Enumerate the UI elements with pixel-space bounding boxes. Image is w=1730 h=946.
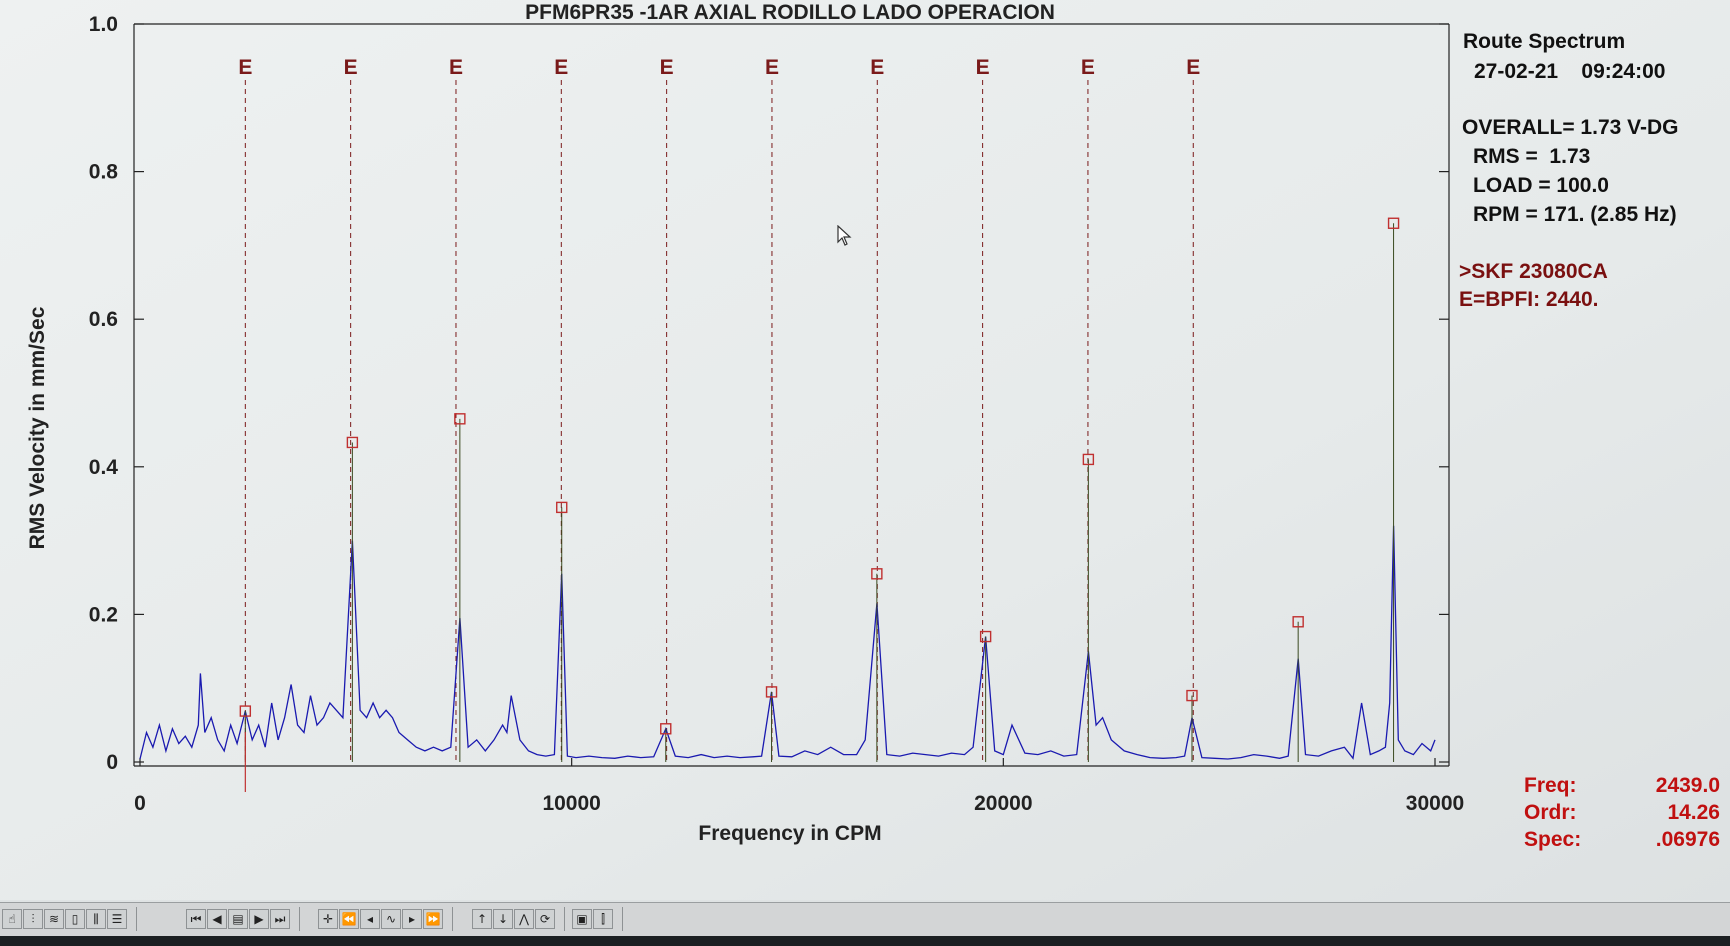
toolbar-peak-button[interactable]: ⋀ bbox=[514, 909, 534, 929]
info-fault-def: E=BPFI: 2440. bbox=[1459, 288, 1599, 311]
cursor-icon: ✛ bbox=[322, 912, 334, 926]
toolbar-select-button[interactable]: ▯ bbox=[65, 909, 85, 929]
multi-icon: ⫼ bbox=[93, 912, 99, 926]
cursor-spec-value: .06976 bbox=[1655, 828, 1720, 851]
y-tick-label: 0.2 bbox=[89, 603, 118, 626]
cursor-order-value: 14.26 bbox=[1667, 801, 1720, 824]
cursor-order: Ordr: 14.26 bbox=[1524, 801, 1720, 825]
toolbar-step-last-button[interactable]: ⏩ bbox=[423, 909, 443, 929]
page-icon: ▤ bbox=[232, 912, 244, 926]
toolbar-zoom-button[interactable]: ▣ bbox=[572, 909, 592, 929]
toolbar-separator bbox=[452, 907, 453, 931]
toolbar-first-button[interactable]: ⏮ bbox=[186, 909, 206, 929]
toolbar-next-button[interactable]: ▶ bbox=[249, 909, 269, 929]
toolbar-separator bbox=[136, 907, 137, 931]
fault-frequency-label: E bbox=[554, 56, 568, 79]
fault-frequency-label: E bbox=[660, 56, 674, 79]
toolbar-step-prev-button[interactable]: ◂ bbox=[360, 909, 380, 929]
select-icon: ▯ bbox=[71, 912, 79, 926]
y-axis-label: RMS Velocity in mm/Sec bbox=[26, 306, 49, 549]
toolbar-spectrum-button[interactable]: ⫶ bbox=[23, 909, 43, 929]
x-axis-label: Frequency in CPM bbox=[698, 822, 881, 845]
toolbar-cursor-button[interactable]: ✛ bbox=[318, 909, 338, 929]
fault-frequency-label: E bbox=[765, 56, 779, 79]
x-tick-label: 20000 bbox=[974, 792, 1032, 815]
fault-frequency-label: E bbox=[449, 56, 463, 79]
toolbar-down-button[interactable]: ↓ bbox=[493, 909, 513, 929]
toolbar-separator bbox=[299, 907, 300, 931]
waterfall-icon: ≋ bbox=[48, 912, 60, 926]
x-tick-label: 0 bbox=[134, 792, 146, 815]
fault-frequency-label: E bbox=[1081, 56, 1095, 79]
cursor-freq-label: Freq: bbox=[1524, 774, 1577, 797]
chart-title: PFM6PR35 -1AR AXIAL RODILLO LADO OPERACI… bbox=[525, 1, 1055, 24]
list-icon: ☰ bbox=[111, 912, 123, 926]
info-rms: RMS = 1.73 bbox=[1473, 145, 1591, 168]
step-next-icon: ▸ bbox=[408, 912, 416, 926]
y-tick-label: 0.4 bbox=[89, 456, 119, 479]
harmonic-icon: ∿ bbox=[385, 912, 397, 926]
stats-icon: ⫿ bbox=[601, 912, 605, 926]
prev-icon: ◀ bbox=[212, 912, 222, 926]
info-load: LOAD = 100.0 bbox=[1473, 174, 1609, 197]
fault-frequency-label: E bbox=[870, 56, 884, 79]
last-icon: ⏭ bbox=[274, 912, 286, 926]
toolbar-up-button[interactable]: ↑ bbox=[472, 909, 492, 929]
hand-icon: ☝ bbox=[8, 912, 16, 926]
x-tick-label: 30000 bbox=[1406, 792, 1464, 815]
toolbar-separator bbox=[564, 907, 565, 931]
toolbar-prev-button[interactable]: ◀ bbox=[207, 909, 227, 929]
toolbar-list-button[interactable]: ☰ bbox=[107, 909, 127, 929]
toolbar-step-first-button[interactable]: ⏪ bbox=[339, 909, 359, 929]
down-icon: ↓ bbox=[497, 912, 509, 926]
fault-frequency-label: E bbox=[238, 56, 252, 79]
first-icon: ⏮ bbox=[190, 912, 202, 926]
step-last-icon: ⏩ bbox=[425, 912, 441, 926]
toolbar-stats-button[interactable]: ⫿ bbox=[593, 909, 613, 929]
toolbar-bottom-bar bbox=[0, 936, 1730, 946]
mouse-pointer-icon bbox=[837, 225, 852, 246]
y-tick-label: 0.6 bbox=[89, 308, 118, 331]
fault-frequency-label: E bbox=[344, 56, 358, 79]
refresh-icon: ⟳ bbox=[539, 912, 551, 926]
toolbar: ☝ ⫶ ≋ ▯ ⫼ ☰ ⏮ ◀ ▤ ▶ ⏭ ✛ ⏪ ◂ ∿ ▸ ⏩ ↑ ↓ ⋀ ⟳ ▣ ⫿ bbox=[0, 902, 1730, 937]
y-tick-label: 0 bbox=[106, 751, 118, 774]
info-overall: OVERALL= 1.73 V-DG bbox=[1462, 116, 1679, 139]
fault-frequency-label: E bbox=[1186, 56, 1200, 79]
step-prev-icon: ◂ bbox=[366, 912, 374, 926]
cursor-spec: Spec: .06976 bbox=[1524, 828, 1720, 852]
cursor-freq-value: 2439.0 bbox=[1655, 774, 1720, 797]
toolbar-hand-button[interactable]: ☝ bbox=[2, 909, 22, 929]
next-icon: ▶ bbox=[254, 912, 264, 926]
info-heading: Route Spectrum bbox=[1463, 30, 1626, 53]
x-tick-label: 10000 bbox=[542, 792, 600, 815]
toolbar-multi-button[interactable]: ⫼ bbox=[86, 909, 106, 929]
zoom-icon: ▣ bbox=[576, 912, 588, 926]
step-first-icon: ⏪ bbox=[341, 912, 357, 926]
info-bearing: >SKF 23080CA bbox=[1459, 260, 1608, 283]
fault-frequency-label: E bbox=[976, 56, 990, 79]
toolbar-last-button[interactable]: ⏭ bbox=[270, 909, 290, 929]
toolbar-waterfall-button[interactable]: ≋ bbox=[44, 909, 64, 929]
y-tick-label: 0.8 bbox=[89, 161, 119, 184]
toolbar-refresh-button[interactable]: ⟳ bbox=[535, 909, 555, 929]
up-icon: ↑ bbox=[476, 912, 488, 926]
info-datetime: 27-02-21 09:24:00 bbox=[1474, 60, 1666, 83]
cursor-spec-label: Spec: bbox=[1524, 828, 1582, 851]
toolbar-page-button[interactable]: ▤ bbox=[228, 909, 248, 929]
spectrum-icon: ⫶ bbox=[31, 912, 35, 926]
y-tick-label: 1.0 bbox=[89, 13, 118, 36]
toolbar-step-next-button[interactable]: ▸ bbox=[402, 909, 422, 929]
cursor-order-label: Ordr: bbox=[1524, 801, 1577, 824]
info-rpm: RPM = 171. (2.85 Hz) bbox=[1473, 203, 1677, 226]
cursor-freq: Freq: 2439.0 bbox=[1524, 774, 1720, 798]
toolbar-harmonic-button[interactable]: ∿ bbox=[381, 909, 401, 929]
toolbar-separator bbox=[622, 907, 623, 931]
peak-icon: ⋀ bbox=[519, 912, 529, 926]
